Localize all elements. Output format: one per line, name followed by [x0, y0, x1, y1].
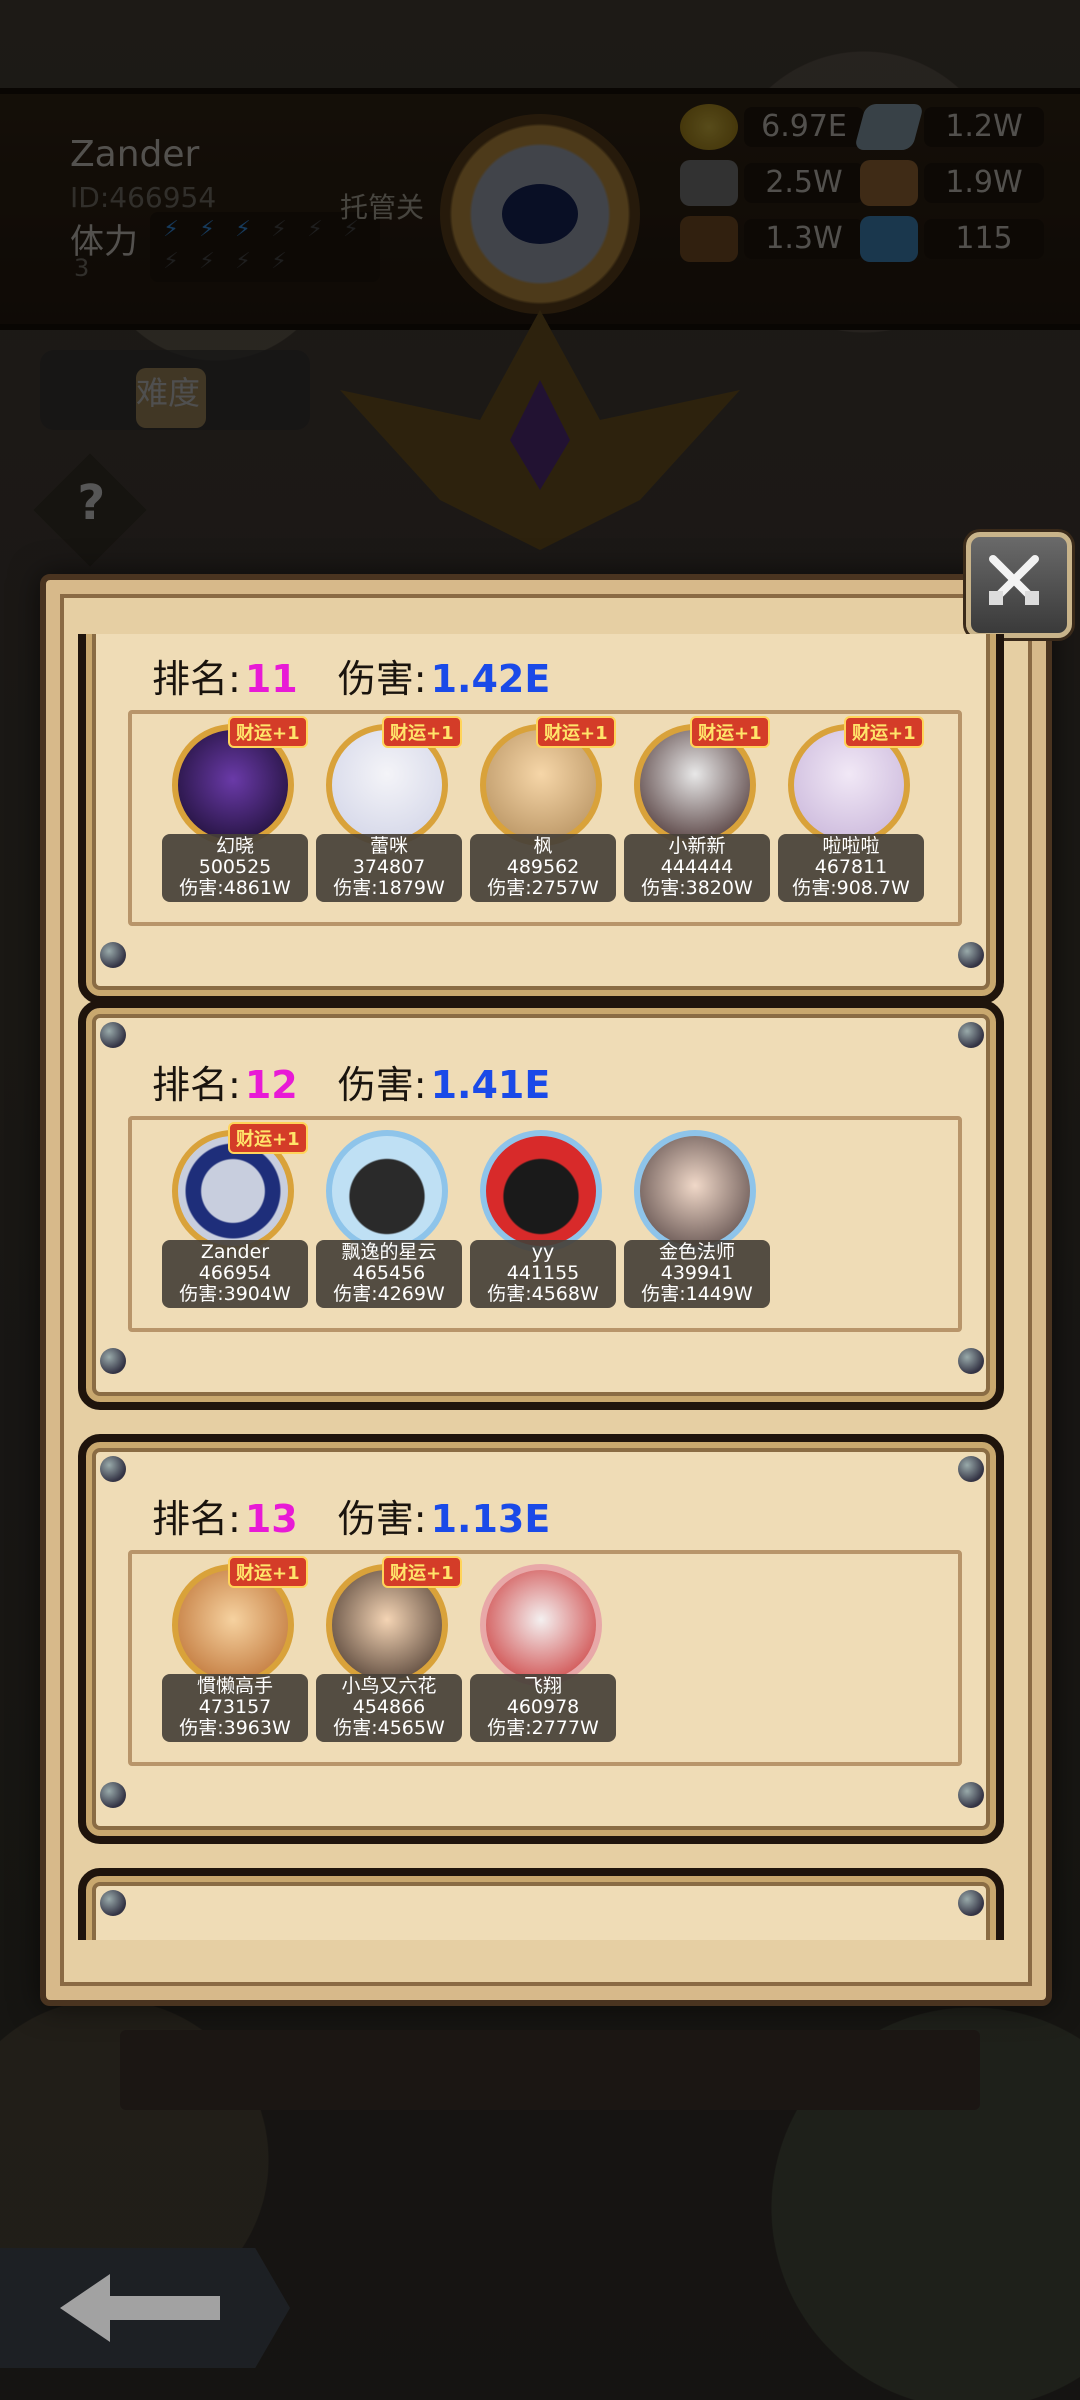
rank-card: 排名: 12 伤害: 1.41E 财运+1 Zander 466954 伤害:390…: [78, 1000, 1004, 1410]
hero-slot[interactable]: 金色法师 439941 伤害:1449W: [624, 1130, 770, 1326]
hero-id: 439941: [660, 1262, 734, 1284]
fortune-badge: 财运+1: [536, 716, 616, 748]
hero-damage: 伤害:4568W: [487, 1283, 599, 1305]
rank-header: 排名: 11 伤害: 1.42E: [152, 657, 551, 701]
close-button[interactable]: [966, 532, 1072, 638]
hero-name: Zander: [200, 1241, 270, 1263]
hero-slot[interactable]: 财运+1 枫 489562 伤害:2757W: [470, 716, 616, 920]
total-damage: 1.13E: [430, 1497, 551, 1541]
hero-id: 465456: [352, 1262, 426, 1284]
hero-slot[interactable]: 飞翔 460978 伤害:2777W: [470, 1564, 616, 1760]
hero-slot[interactable]: 财运+1 小新新 444444 伤害:3820W: [624, 716, 770, 920]
hero-portrait: [480, 1564, 602, 1686]
total-damage: 1.42E: [430, 657, 551, 701]
fortune-badge: 财运+1: [228, 1556, 308, 1588]
team-heroes: 财运+1 Zander 466954 伤害:3904W 飘逸的星云 465456…: [162, 1122, 770, 1326]
hero-slot[interactable]: 财运+1 蕾咪 374807 伤害:1879W: [316, 716, 462, 920]
hero-damage: 伤害:2777W: [487, 1717, 599, 1739]
fortune-badge: 财运+1: [844, 716, 924, 748]
hero-id: 441155: [506, 1262, 580, 1284]
hero-damage: 伤害:3963W: [179, 1717, 291, 1739]
hero-slot[interactable]: 财运+1 小鸟又六花 454866 伤害:4565W: [316, 1556, 462, 1760]
hero-damage: 伤害:4861W: [179, 877, 291, 899]
hero-slot[interactable]: 财运+1 啦啦啦 467811 伤害:908.7W: [778, 716, 924, 920]
hero-id: 466954: [198, 1262, 272, 1284]
hero-name: 金色法师: [658, 1241, 735, 1263]
rank-number: 12: [244, 1063, 298, 1107]
hero-id: 460978: [506, 1696, 580, 1718]
hero-id: 467811: [814, 856, 888, 878]
rank-card: 排名: 13 伤害: 1.13E 财运+1 慣懒高手 473157 伤害:3963W…: [78, 1434, 1004, 1844]
hero-slot[interactable]: 财运+1 慣懒高手 473157 伤害:3963W: [162, 1556, 308, 1760]
hero-portrait: [326, 1130, 448, 1252]
rank-card: 排名: 11 伤害: 1.42E 财运+1 幻晓 500525 伤害:4861W 财…: [78, 634, 1004, 1004]
rank-header: 排名: 13 伤害: 1.13E: [152, 1497, 551, 1541]
rank-number: 11: [244, 657, 298, 701]
hero-name: 幻晓: [215, 835, 254, 857]
hero-slot[interactable]: 财运+1 幻晓 500525 伤害:4861W: [162, 716, 308, 920]
fortune-badge: 财运+1: [228, 716, 308, 748]
hero-id: 489562: [506, 856, 580, 878]
hero-damage: 伤害:4269W: [333, 1283, 445, 1305]
hero-id: 454866: [352, 1696, 426, 1718]
rank-number: 13: [244, 1497, 298, 1541]
hero-damage: 伤害:3904W: [179, 1283, 291, 1305]
hero-name: 啦啦啦: [822, 835, 880, 857]
hero-damage: 伤害:1449W: [641, 1283, 753, 1305]
hero-damage: 伤害:3820W: [641, 877, 753, 899]
ranking-list[interactable]: 排名: 11 伤害: 1.42E 财运+1 幻晓 500525 伤害:4861W 财…: [78, 634, 1004, 1940]
hero-name: 枫: [533, 835, 553, 857]
fortune-badge: 财运+1: [382, 716, 462, 748]
team-heroes: 财运+1 幻晓 500525 伤害:4861W 财运+1 蕾咪 374807 伤…: [162, 716, 924, 920]
total-damage: 1.41E: [430, 1063, 551, 1107]
hero-id: 473157: [198, 1696, 272, 1718]
hero-name: 小新新: [668, 835, 726, 857]
hero-portrait: [480, 1130, 602, 1252]
hero-id: 444444: [660, 856, 734, 878]
hero-slot[interactable]: 飘逸的星云 465456 伤害:4269W: [316, 1130, 462, 1326]
hero-id: 374807: [352, 856, 426, 878]
hero-damage: 伤害:1879W: [333, 877, 445, 899]
fortune-badge: 财运+1: [228, 1122, 308, 1154]
hero-id: 500525: [198, 856, 272, 878]
hero-damage: 伤害:2757W: [487, 877, 599, 899]
hero-slot[interactable]: yy 441155 伤害:4568W: [470, 1130, 616, 1326]
fortune-badge: 财运+1: [382, 1556, 462, 1588]
bottom-bar: [120, 2030, 980, 2110]
hero-name: 小鸟又六花: [341, 1675, 437, 1697]
hero-damage: 伤害:4565W: [333, 1717, 445, 1739]
hero-name: 飘逸的星云: [341, 1241, 437, 1263]
rank-card: [78, 1868, 1004, 1940]
hero-damage: 伤害:908.7W: [792, 877, 910, 899]
team-heroes: 财运+1 慣懒高手 473157 伤害:3963W 财运+1 小鸟又六花 454…: [162, 1556, 616, 1760]
hero-name: 蕾咪: [369, 835, 408, 857]
back-arrow-icon: [60, 2274, 220, 2342]
fortune-badge: 财运+1: [690, 716, 770, 748]
crossed-swords-close-icon: [989, 555, 1039, 605]
hero-name: yy: [531, 1241, 555, 1263]
hero-name: 飞翔: [523, 1675, 562, 1697]
hero-slot[interactable]: 财运+1 Zander 466954 伤害:3904W: [162, 1122, 308, 1326]
rank-header: 排名: 12 伤害: 1.41E: [152, 1063, 551, 1107]
back-button[interactable]: [0, 2248, 290, 2368]
hero-name: 慣懒高手: [196, 1675, 273, 1697]
hero-portrait: [634, 1130, 756, 1252]
